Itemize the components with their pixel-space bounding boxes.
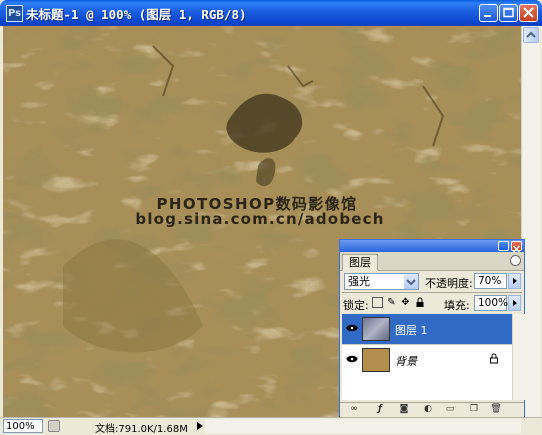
layer-name[interactable]: 图层 1 [395, 322, 428, 338]
horizontal-scrollbar[interactable] [205, 419, 521, 433]
layer-thumbnail [362, 317, 390, 341]
link-icon[interactable]: ∞ [348, 404, 360, 415]
fill-slider-button[interactable] [508, 295, 521, 311]
palette-close-button[interactable] [511, 241, 522, 253]
lock-label: 锁定: [343, 299, 369, 312]
fill-label: 填充: [444, 299, 470, 312]
fill-input[interactable]: 100% [474, 295, 508, 311]
palette-bottom-bar: ∞ ƒ ◙ ◐ ▭ ❐ 🗑 [340, 402, 524, 417]
adjustment-icon[interactable]: ◐ [422, 404, 434, 415]
lock-image-icon[interactable]: ✎ [386, 297, 397, 308]
eye-icon[interactable] [346, 324, 358, 332]
scroll-up-button[interactable] [523, 27, 539, 43]
palette-menu-icon[interactable] [510, 255, 521, 266]
palette-title-bar[interactable] [340, 240, 524, 253]
layer-row-1[interactable]: 图层 1 [342, 314, 512, 344]
maximize-button[interactable] [499, 4, 518, 22]
divider [342, 292, 522, 293]
scroll-up-icon [526, 31, 536, 38]
style-icon[interactable]: ƒ [374, 404, 386, 415]
photoshop-document-icon: Ps [6, 5, 23, 22]
palette-tab-row: 图层 [340, 252, 524, 271]
opacity-label: 不透明度: [425, 277, 473, 290]
lock-all-icon[interactable] [414, 297, 425, 308]
eye-icon[interactable] [346, 355, 358, 363]
minimize-button[interactable] [479, 4, 498, 22]
maximize-icon [503, 7, 514, 18]
palette-collapse-button[interactable] [498, 241, 509, 251]
blend-mode-value: 强光 [348, 275, 370, 288]
lock-icon [490, 353, 498, 364]
mask-icon[interactable]: ◙ [398, 404, 410, 415]
opacity-slider-button[interactable] [508, 273, 521, 289]
title-bar[interactable]: Ps 未标题-1 @ 100% (图层 1, RGB/8) [0, 0, 542, 26]
minimize-icon [484, 15, 491, 17]
zoom-level-field[interactable]: 100% [3, 419, 43, 433]
close-button[interactable] [519, 4, 538, 22]
trash-icon[interactable]: 🗑 [490, 404, 502, 415]
layer-row-background[interactable]: 背景 [342, 344, 512, 376]
layers-scrollbar[interactable] [512, 314, 525, 400]
chevron-down-icon [404, 274, 418, 289]
window-title: 未标题-1 @ 100% (图层 1, RGB/8) [26, 7, 247, 22]
status-bar: 100% 文档:791.0K/1.68M [0, 417, 542, 435]
layer-name[interactable]: 背景 [395, 353, 417, 369]
layers-list: 图层 1 背景 [342, 314, 512, 400]
watermark-url: blog.sina.com.cn/adobech [135, 210, 385, 228]
close-icon [523, 7, 534, 18]
tab-layers[interactable]: 图层 [342, 254, 378, 271]
folder-icon[interactable]: ▭ [444, 404, 456, 415]
document-size-info: 文档:791.0K/1.68M [95, 424, 188, 435]
status-menu-arrow-icon[interactable] [197, 422, 203, 430]
layers-palette: 图层 强光 不透明度: 70% 锁定: ✎ ✥ 填充: 100% 图层 1 背景 [339, 239, 525, 417]
new-layer-icon[interactable]: ❐ [468, 404, 480, 415]
blend-mode-select[interactable]: 强光 [344, 273, 419, 290]
lock-transparent-icon[interactable] [372, 297, 383, 308]
opacity-input[interactable]: 70% [474, 273, 507, 289]
status-info-icon[interactable] [48, 420, 60, 432]
lock-position-icon[interactable]: ✥ [400, 297, 411, 308]
layer-thumbnail [362, 348, 390, 372]
